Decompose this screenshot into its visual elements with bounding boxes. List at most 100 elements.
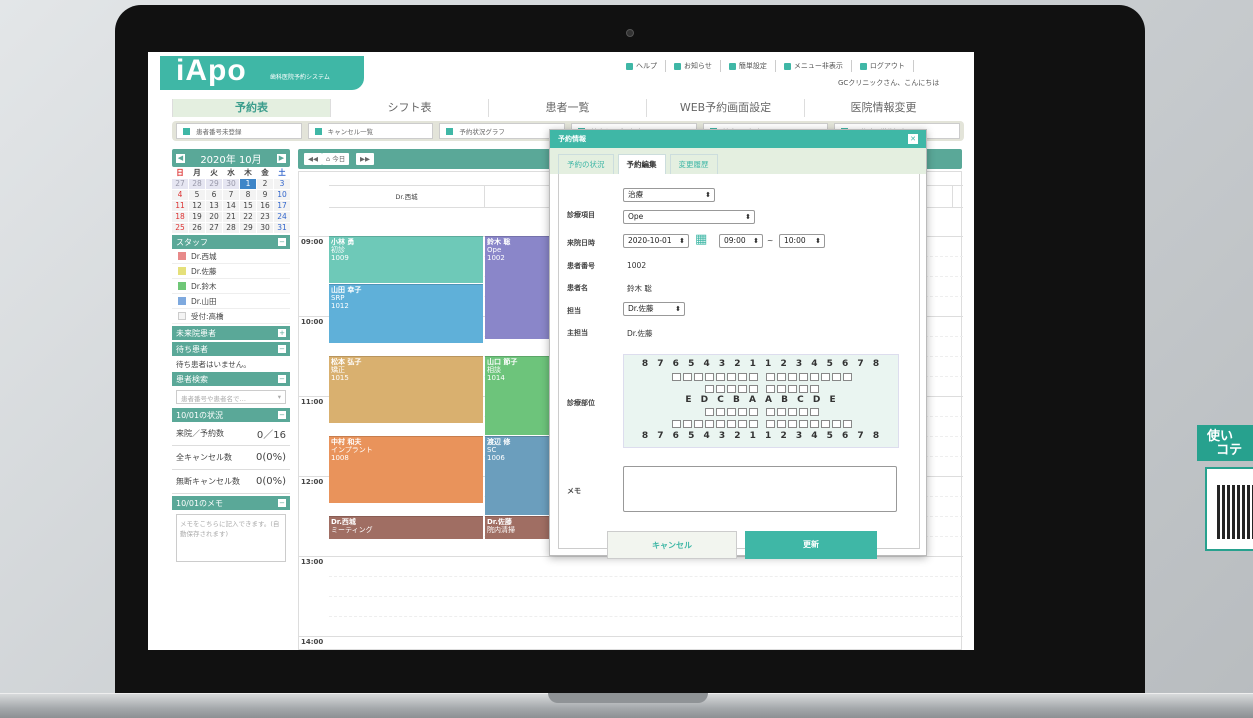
collapse-icon[interactable]: −	[278, 499, 286, 507]
main-tab[interactable]: 医院情報変更	[804, 99, 962, 117]
calendar-day[interactable]: 28	[189, 179, 205, 189]
main-tab[interactable]: 予約表	[172, 99, 330, 117]
next-day-button[interactable]: ▶▶	[356, 153, 374, 165]
tooth-box[interactable]	[777, 373, 786, 381]
modal-tab[interactable]: 変更履歴	[669, 154, 718, 174]
date-input[interactable]: 2020-10-01	[623, 234, 689, 248]
tooth-box[interactable]	[810, 385, 819, 393]
staff-select[interactable]: Dr.佐藤	[623, 302, 685, 316]
topnav-item[interactable]: メニュー非表示	[776, 60, 852, 72]
tooth-box[interactable]	[705, 408, 714, 416]
tooth-box[interactable]	[683, 420, 692, 428]
calendar-day[interactable]: 9	[257, 190, 273, 200]
calendar-day[interactable]: 26	[189, 223, 205, 233]
calendar-day[interactable]: 19	[189, 212, 205, 222]
staff-item[interactable]: Dr.佐藤	[172, 264, 290, 279]
calendar-day[interactable]: 17	[274, 201, 290, 211]
tooth-box[interactable]	[727, 408, 736, 416]
memo-textarea[interactable]: メモをこちらに記入できます。(自動保存されます)	[176, 514, 286, 562]
calendar-day[interactable]: 25	[172, 223, 188, 233]
calendar-day[interactable]: 8	[240, 190, 256, 200]
tooth-box[interactable]	[672, 420, 681, 428]
appointment-block[interactable]: 山田 幸子 SRP 1012	[329, 284, 483, 343]
modal-tab[interactable]: 予約編集	[617, 154, 666, 174]
tooth-box[interactable]	[788, 408, 797, 416]
tooth-box[interactable]	[788, 420, 797, 428]
memo-field[interactable]	[623, 466, 897, 512]
appointment-block[interactable]: 松本 弘子 矯正 1015	[329, 356, 483, 423]
subnav-button[interactable]: 予約状況グラフ	[439, 123, 566, 139]
tooth-box[interactable]	[672, 373, 681, 381]
tooth-box[interactable]	[799, 385, 808, 393]
patient-search-input[interactable]: 患者番号や患者名で… ▾	[176, 390, 286, 404]
tooth-box[interactable]	[727, 373, 736, 381]
calendar-day[interactable]: 10	[274, 190, 290, 200]
unvisited-header[interactable]: 未来院患者 +	[172, 326, 290, 340]
calendar-day[interactable]: 5	[189, 190, 205, 200]
dropdown-icon[interactable]: ▾	[278, 393, 281, 401]
calendar-day[interactable]: 27	[172, 179, 188, 189]
tooth-box[interactable]	[694, 373, 703, 381]
main-tab[interactable]: WEB予約画面設定	[646, 99, 804, 117]
update-button[interactable]: 更新	[745, 531, 877, 559]
tooth-box[interactable]	[821, 420, 830, 428]
tooth-box[interactable]	[727, 385, 736, 393]
tooth-box[interactable]	[738, 420, 747, 428]
tooth-box[interactable]	[716, 420, 725, 428]
tooth-box[interactable]	[705, 373, 714, 381]
collapse-icon[interactable]: −	[278, 411, 286, 419]
calendar-day[interactable]: 11	[172, 201, 188, 211]
calendar-day[interactable]: 27	[206, 223, 222, 233]
tooth-box[interactable]	[716, 373, 725, 381]
calendar-day[interactable]: 30	[257, 223, 273, 233]
tooth-box[interactable]	[705, 420, 714, 428]
tooth-box[interactable]	[716, 385, 725, 393]
calendar-day[interactable]: 1	[240, 179, 256, 189]
tooth-box[interactable]	[749, 373, 758, 381]
tooth-box[interactable]	[749, 385, 758, 393]
appointment-block[interactable]: Dr.西城 ミーティング	[329, 516, 483, 539]
topnav-item[interactable]: ログアウト	[852, 60, 914, 72]
tooth-box[interactable]	[716, 408, 725, 416]
tooth-box[interactable]	[727, 420, 736, 428]
tooth-box[interactable]	[843, 373, 852, 381]
tooth-box[interactable]	[738, 408, 747, 416]
calendar-day[interactable]: 20	[206, 212, 222, 222]
tooth-box[interactable]	[810, 408, 819, 416]
cancel-button[interactable]: キャンセル	[607, 531, 737, 559]
qr-code-icon[interactable]	[1217, 485, 1253, 539]
staff-item[interactable]: Dr.山田	[172, 294, 290, 309]
calendar-day[interactable]: 2	[257, 179, 273, 189]
collapse-icon[interactable]: −	[278, 238, 286, 246]
tooth-box[interactable]	[777, 385, 786, 393]
time-to-select[interactable]: 10:00	[779, 234, 825, 248]
subnav-button[interactable]: 患者番号未登録	[176, 123, 302, 139]
calendar-day[interactable]: 30	[223, 179, 239, 189]
close-icon[interactable]: ✕	[908, 134, 918, 144]
tooth-box[interactable]	[832, 420, 841, 428]
expand-icon[interactable]: +	[278, 329, 286, 337]
calendar-day[interactable]: 6	[206, 190, 222, 200]
tooth-box[interactable]	[810, 420, 819, 428]
calendar-day[interactable]: 21	[223, 212, 239, 222]
time-from-select[interactable]: 09:00	[719, 234, 763, 248]
staff-item[interactable]: Dr.鈴木	[172, 279, 290, 294]
calendar-icon[interactable]: ▦	[695, 232, 707, 247]
tooth-box[interactable]	[799, 420, 808, 428]
topnav-item[interactable]: お知らせ	[666, 60, 721, 72]
modal-tab[interactable]: 予約の状況	[558, 154, 614, 174]
today-button[interactable]: ⌂ 今日	[322, 153, 350, 165]
topnav-item[interactable]: 簡単設定	[721, 60, 776, 72]
prev-day-button[interactable]: ◀◀	[304, 153, 322, 165]
staff-item[interactable]: Dr.西城	[172, 249, 290, 264]
tooth-box[interactable]	[799, 408, 808, 416]
tooth-box[interactable]	[788, 385, 797, 393]
calendar-day[interactable]: 29	[206, 179, 222, 189]
tooth-box[interactable]	[832, 373, 841, 381]
tooth-box[interactable]	[683, 373, 692, 381]
staff-item[interactable]: 受付:高橋	[172, 309, 290, 324]
appointment-block[interactable]: 小林 勇初診 1009	[329, 236, 483, 283]
calendar-day[interactable]: 31	[274, 223, 290, 233]
tooth-box[interactable]	[705, 385, 714, 393]
tooth-box[interactable]	[788, 373, 797, 381]
